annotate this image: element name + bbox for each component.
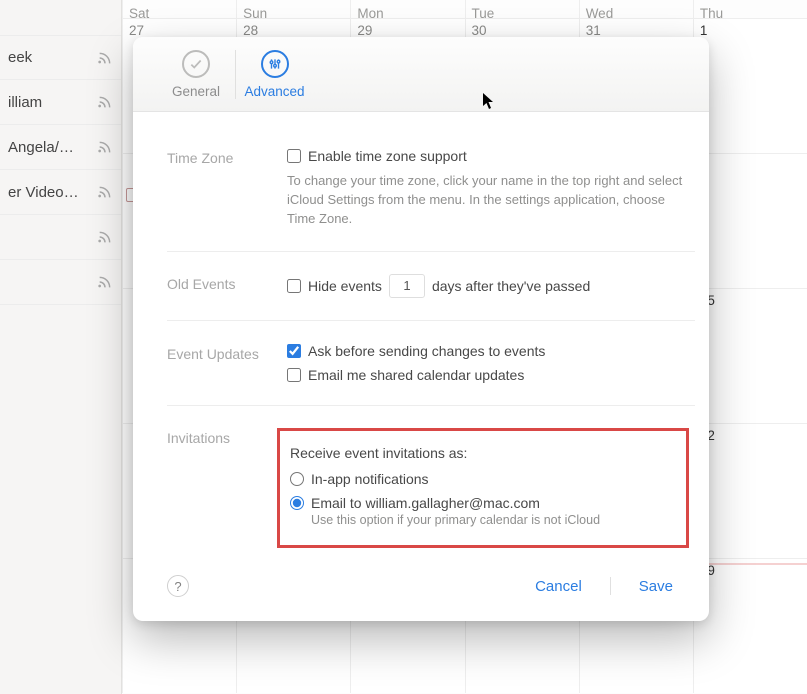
invite-email-description: Use this option if your primary calendar… [311, 513, 676, 527]
modal-body: Time Zone Enable time zone support To ch… [133, 112, 709, 564]
tab-label: Advanced [244, 84, 304, 99]
hide-events-suffix: days after they've passed [432, 278, 590, 294]
invitations-heading: Receive event invitations as: [290, 445, 467, 461]
sidebar-item-label: Angela/… [8, 139, 74, 156]
section-label: Event Updates [167, 343, 287, 383]
save-button[interactable]: Save [631, 574, 681, 599]
email-shared-updates-label[interactable]: Email me shared calendar updates [308, 367, 524, 383]
tab-general[interactable]: General [157, 50, 235, 99]
sidebar-item[interactable] [0, 215, 121, 260]
invite-email-radio[interactable] [290, 496, 304, 510]
broadcast-icon [97, 139, 113, 155]
section-old-events: Old Events Hide events days after they'v… [167, 252, 695, 321]
enable-timezone-checkbox[interactable] [287, 149, 301, 163]
sidebar-item-label: eek [8, 49, 32, 66]
calendar-cell[interactable]: 1 [693, 19, 807, 153]
hide-events-days-input[interactable] [389, 274, 425, 298]
sidebar-item[interactable]: illiam [0, 80, 121, 125]
button-separator [610, 577, 611, 595]
sidebar-item-label: illiam [8, 94, 42, 111]
calendar-cell[interactable]: 29 [693, 559, 807, 693]
checkmark-icon [182, 50, 210, 78]
sidebar-item-label: er Video… [8, 184, 79, 201]
broadcast-icon [97, 94, 113, 110]
sidebar-item[interactable]: er Video… [0, 170, 121, 215]
modal-tabs: General Advanced [133, 37, 709, 112]
broadcast-icon [97, 274, 113, 290]
section-label: Time Zone [167, 148, 287, 229]
enable-timezone-label[interactable]: Enable time zone support [308, 148, 467, 164]
email-shared-updates-checkbox[interactable] [287, 368, 301, 382]
cancel-button[interactable]: Cancel [527, 574, 590, 599]
section-event-updates: Event Updates Ask before sending changes… [167, 321, 695, 406]
section-label: Invitations [167, 428, 287, 548]
sidebar-item[interactable]: eek [0, 35, 121, 80]
ask-before-sending-label[interactable]: Ask before sending changes to events [308, 343, 545, 359]
section-invitations: Invitations Receive event invitations as… [167, 406, 695, 554]
section-timezone: Time Zone Enable time zone support To ch… [167, 138, 695, 252]
calendar-cell[interactable]: 15 [693, 289, 807, 423]
calendar-cell[interactable]: 22 [693, 424, 807, 558]
sidebar-item[interactable] [0, 260, 121, 305]
section-label: Old Events [167, 274, 287, 298]
broadcast-icon [97, 50, 113, 66]
invite-inapp-radio[interactable] [290, 472, 304, 486]
broadcast-icon [97, 184, 113, 200]
hide-events-prefix[interactable]: Hide events [308, 278, 382, 294]
sliders-icon [261, 50, 289, 78]
help-button[interactable]: ? [167, 575, 189, 597]
modal-footer: ? Cancel Save [133, 564, 709, 621]
tab-advanced[interactable]: Advanced [235, 50, 313, 99]
invite-inapp-label[interactable]: In-app notifications [311, 471, 429, 487]
timezone-description: To change your time zone, click your nam… [287, 172, 695, 229]
hide-events-checkbox[interactable] [287, 279, 301, 293]
calendar-cell[interactable]: 8 [693, 154, 807, 288]
broadcast-icon [97, 229, 113, 245]
sidebar-item[interactable]: Angela/… [0, 125, 121, 170]
tab-label: General [172, 84, 220, 99]
ask-before-sending-checkbox[interactable] [287, 344, 301, 358]
invite-email-label[interactable]: Email to william.gallagher@mac.com [311, 495, 540, 511]
preferences-modal: General Advanced Time Zone Enable time z… [133, 37, 709, 621]
calendar-sidebar: eek illiam Angela/… er Video… [0, 0, 122, 694]
invitations-highlight: Receive event invitations as: In-app not… [277, 428, 689, 548]
